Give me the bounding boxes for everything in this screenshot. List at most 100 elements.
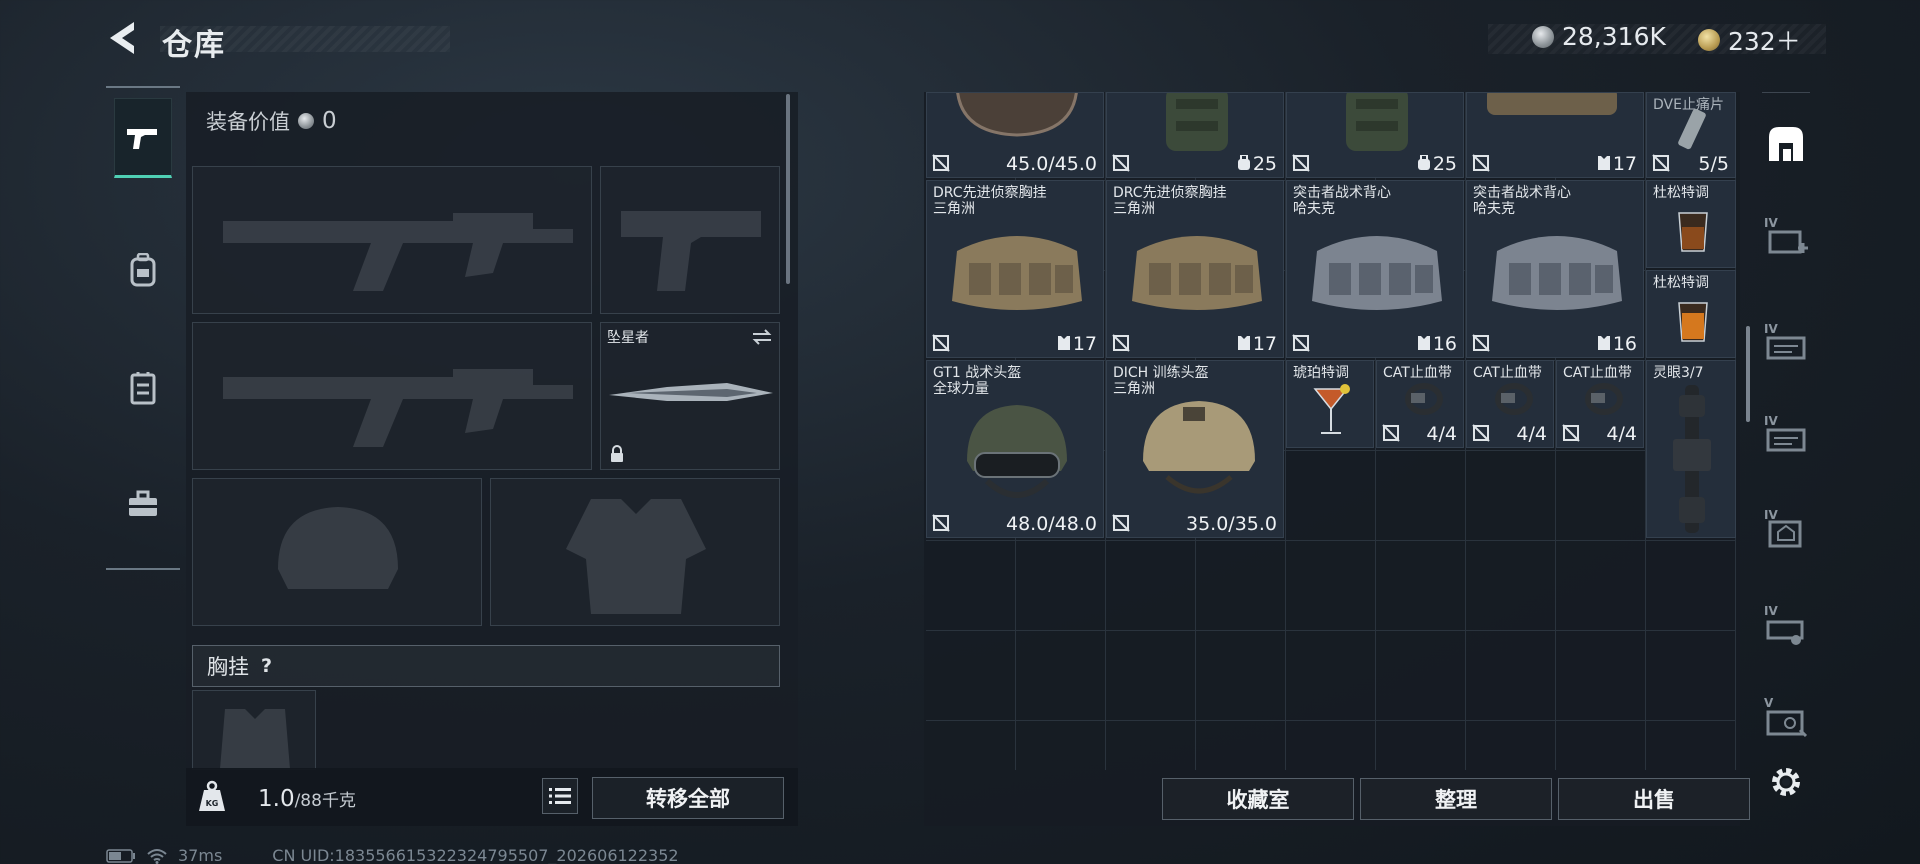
melee-slot[interactable]: 坠星者: [600, 322, 780, 470]
chest-rig-header: 胸挂 ?: [192, 645, 780, 687]
tab-backpack[interactable]: [114, 230, 172, 310]
rail-expansion-2[interactable]: IV: [1760, 318, 1812, 370]
tab-vest[interactable]: [114, 348, 172, 428]
storage-item[interactable]: DRC先进侦察胸挂 三角洲 17: [1106, 180, 1284, 358]
storage-item[interactable]: 25: [1106, 92, 1284, 178]
tourniquet-icon: [1405, 383, 1443, 415]
vest-capacity-icon: [1058, 336, 1070, 350]
storage-item[interactable]: DRC先进侦察胸挂 三角洲 17: [926, 180, 1104, 358]
item-name: GT1 战术头盔 全球力量: [933, 365, 1022, 397]
wifi-icon: [147, 848, 167, 864]
silver-coin-icon: [298, 113, 314, 129]
storage-item[interactable]: 25: [1286, 92, 1464, 178]
sort-button[interactable]: 整理: [1360, 778, 1552, 820]
capacity: 17: [1612, 153, 1637, 175]
chest-rig-icon: [952, 236, 1082, 310]
loadout-scrollbar[interactable]: [786, 94, 790, 284]
currency-secondary-value: 232＋: [1728, 27, 1801, 56]
storage-item[interactable]: 45.0/45.0: [926, 92, 1104, 178]
tab-weapons[interactable]: [114, 98, 172, 178]
storage-item[interactable]: DICH 训练头盔 三角洲 35.0/35.0: [1106, 360, 1284, 538]
rifle-silhouette-icon: [223, 369, 573, 447]
storage-item[interactable]: 杜松特调: [1646, 270, 1736, 358]
tab-toolbox[interactable]: [114, 464, 172, 544]
storage-item[interactable]: 杜松特调: [1646, 180, 1736, 268]
storage-item[interactable]: DVE止痛片 5/5: [1646, 92, 1736, 178]
collection-room-button[interactable]: 收藏室: [1162, 778, 1354, 820]
no-sell-icon: [932, 154, 950, 172]
tactical-helmet-icon: [967, 405, 1067, 498]
no-sell-icon: [1562, 424, 1580, 442]
weight-value: 1.0: [258, 786, 295, 812]
transfer-all-button[interactable]: 转移全部: [592, 777, 784, 819]
storage-item[interactable]: 琥珀特调: [1286, 360, 1374, 448]
secondary-weapon-slot[interactable]: [192, 322, 592, 470]
cocktail-glass-icon: [1678, 302, 1708, 342]
no-sell-icon: [932, 334, 950, 352]
item-name: 突击者战术背心 哈夫克: [1473, 185, 1571, 217]
storage-item[interactable]: CAT止血带 4/4: [1466, 360, 1554, 448]
tier-label: IV: [1764, 604, 1778, 618]
equip-value-amount: 0: [322, 108, 337, 134]
storage-scrollbar[interactable]: [1746, 326, 1750, 422]
rail-expansion-1[interactable]: IV: [1760, 212, 1812, 264]
item-name: DICH 训练头盔 三角洲: [1113, 365, 1209, 397]
currency-primary-value: 28,316K: [1562, 22, 1666, 51]
sell-button[interactable]: 出售: [1558, 778, 1750, 820]
help-icon[interactable]: ?: [261, 655, 272, 677]
cocktail-glass-icon: [1313, 384, 1350, 434]
page-title: 仓库: [162, 28, 226, 63]
face-shield-icon: [956, 93, 1078, 137]
weight-max: /88千克: [294, 791, 356, 811]
storage-item[interactable]: 突击者战术背心 哈夫克 16: [1286, 180, 1464, 358]
helmet-slot[interactable]: [192, 478, 482, 626]
chest-rig-label: 胸挂: [207, 655, 249, 679]
armor-slot[interactable]: [490, 478, 780, 626]
silver-coin-icon: [1532, 25, 1554, 48]
status-bar: 37ms CN UID:1835566153223247955​07_20260…: [106, 846, 679, 864]
no-sell-icon: [1472, 154, 1490, 172]
back-button[interactable]: [104, 18, 142, 58]
rail-expansion-5[interactable]: IV: [1760, 600, 1812, 652]
no-sell-icon: [1382, 424, 1400, 442]
tourniquet-icon: [1495, 383, 1533, 415]
capacity: 17: [1072, 333, 1097, 355]
item-name: DRC先进侦察胸挂 三角洲: [1113, 185, 1227, 217]
tier-label: IV: [1764, 322, 1778, 336]
capacity-icon: [1418, 155, 1430, 170]
storage-item[interactable]: 17: [1466, 92, 1644, 178]
rail-expansion-3[interactable]: IV: [1760, 410, 1812, 462]
pistol-silhouette-icon: [621, 211, 761, 291]
chest-rig-icon: [1487, 93, 1617, 115]
storage-item[interactable]: CAT止血带 4/4: [1556, 360, 1644, 448]
rail-storage-home[interactable]: [1760, 118, 1812, 170]
item-name: DRC先进侦察胸挂 三角洲: [933, 185, 1047, 217]
swap-icon[interactable]: [751, 329, 773, 345]
primary-weapon-slot[interactable]: [192, 166, 592, 314]
lock-icon: [611, 445, 623, 462]
storage-item[interactable]: CAT止血带 4/4: [1376, 360, 1464, 448]
svg-text:KG: KG: [206, 799, 219, 808]
item-name: 杜松特调: [1653, 275, 1709, 291]
tier-label: V: [1764, 696, 1774, 710]
currency-secondary[interactable]: 232＋: [1698, 22, 1801, 58]
storage-item[interactable]: GT1 战术头盔 全球力量 48.0/48.0: [926, 360, 1104, 538]
storage-item[interactable]: 灵眼3/7: [1646, 360, 1736, 538]
weight-readout: 1.0/88千克: [258, 786, 356, 812]
tourniquet-icon: [1585, 383, 1623, 415]
tier-label: IV: [1764, 216, 1778, 230]
list-view-button[interactable]: [542, 778, 578, 814]
settings-button[interactable]: [1760, 756, 1812, 808]
capacity-icon: [1238, 155, 1250, 170]
sidearm-slot[interactable]: [600, 166, 780, 314]
tier-label: IV: [1764, 508, 1778, 522]
chest-rig-slot[interactable]: [192, 690, 316, 770]
no-sell-icon: [1112, 334, 1130, 352]
rail-expansion-6[interactable]: V: [1760, 692, 1812, 744]
rail-expansion-4[interactable]: IV: [1760, 504, 1812, 556]
no-sell-icon: [1472, 334, 1490, 352]
armor-silhouette-icon: [566, 499, 706, 614]
capacity: 25: [1432, 153, 1457, 175]
storage-item[interactable]: 突击者战术背心 哈夫克 16: [1466, 180, 1644, 358]
uses: 4/4: [1516, 423, 1547, 445]
